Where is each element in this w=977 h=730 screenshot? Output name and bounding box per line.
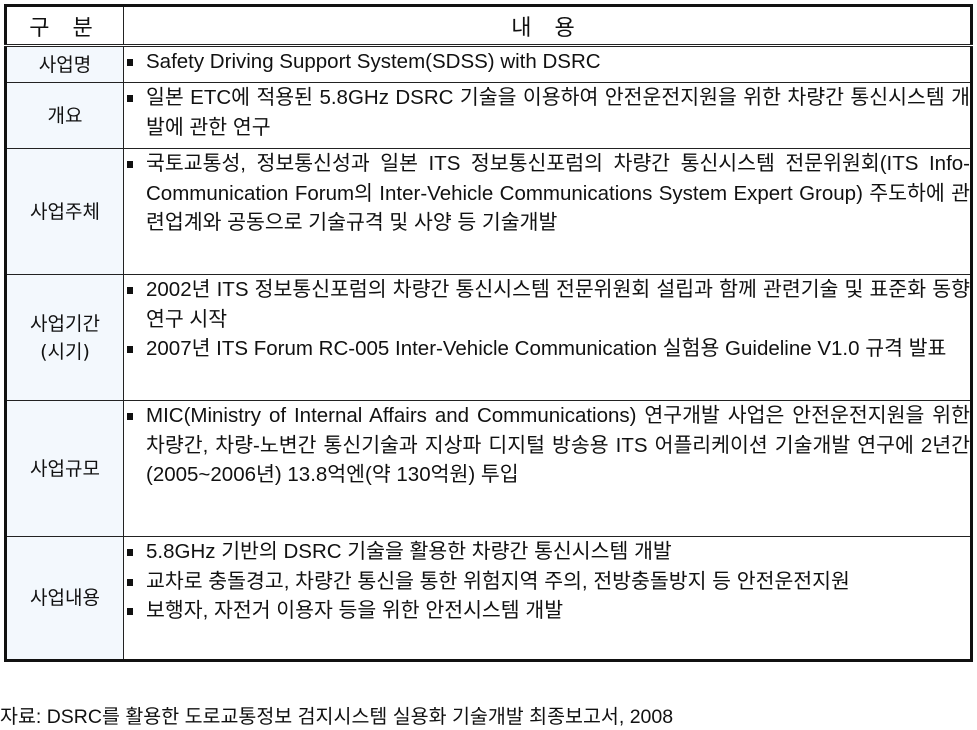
bullet-item: 2002년 ITS 정보통신포럼의 차량간 통신시스템 전문위원회 설립과 함께… xyxy=(124,275,970,334)
bullet-item: MIC(Ministry of Internal Affairs and Com… xyxy=(124,401,970,490)
row-category: 개요 xyxy=(5,82,124,149)
header-row: 구 분 내 용 xyxy=(5,5,972,47)
row-category: 사업주체 xyxy=(5,148,124,275)
table-row: 사업주체 국토교통성, 정보통신성과 일본 ITS 정보통신포럼의 차량간 통신… xyxy=(5,148,972,275)
table-row: 개요 일본 ETC에 적용된 5.8GHz DSRC 기술을 이용하여 안전운전… xyxy=(5,82,972,149)
bullet-item: 교차로 충돌경고, 차량간 통신을 통한 위험지역 주의, 전방충돌방지 등 안… xyxy=(124,567,970,597)
row-category: 사업명 xyxy=(5,45,124,83)
row-content: 일본 ETC에 적용된 5.8GHz DSRC 기술을 이용하여 안전운전지원을… xyxy=(123,82,972,149)
row-content: 국토교통성, 정보통신성과 일본 ITS 정보통신포럼의 차량간 통신시스템 전… xyxy=(123,148,972,275)
row-category-sub: (시기) xyxy=(40,340,90,363)
project-info-table: 구 분 내 용 사업명 Safety Driving Support Syste… xyxy=(4,4,973,662)
header-content: 내 용 xyxy=(123,5,972,47)
row-category: 사업기간 (시기) xyxy=(5,274,124,401)
bullet-item: Safety Driving Support System(SDSS) with… xyxy=(124,47,970,77)
table-row: 사업기간 (시기) 2002년 ITS 정보통신포럼의 차량간 통신시스템 전문… xyxy=(5,274,972,401)
table-row: 사업규모 MIC(Ministry of Internal Affairs an… xyxy=(5,400,972,537)
table-row: 사업내용 5.8GHz 기반의 DSRC 기술을 활용한 차량간 통신시스템 개… xyxy=(5,536,972,661)
bullet-item: 2007년 ITS Forum RC-005 Inter-Vehicle Com… xyxy=(124,334,970,364)
row-content: Safety Driving Support System(SDSS) with… xyxy=(123,45,972,83)
source-note: 자료: DSRC를 활용한 도로교통정보 검지시스템 실용화 기술개발 최종보고… xyxy=(0,706,674,728)
row-content: 2002년 ITS 정보통신포럼의 차량간 통신시스템 전문위원회 설립과 함께… xyxy=(123,274,972,401)
row-category: 사업규모 xyxy=(5,400,124,537)
row-content: 5.8GHz 기반의 DSRC 기술을 활용한 차량간 통신시스템 개발 교차로… xyxy=(123,536,972,661)
bullet-item: 5.8GHz 기반의 DSRC 기술을 활용한 차량간 통신시스템 개발 xyxy=(124,537,970,567)
row-category-main: 사업기간 xyxy=(30,312,100,335)
row-category: 사업내용 xyxy=(5,536,124,661)
bullet-item: 보행자, 자전거 이용자 등을 위한 안전시스템 개발 xyxy=(124,596,970,626)
bullet-item: 일본 ETC에 적용된 5.8GHz DSRC 기술을 이용하여 안전운전지원을… xyxy=(124,83,970,142)
header-category: 구 분 xyxy=(5,5,124,47)
table-row: 사업명 Safety Driving Support System(SDSS) … xyxy=(5,45,972,83)
row-content: MIC(Ministry of Internal Affairs and Com… xyxy=(123,400,972,537)
bullet-item: 국토교통성, 정보통신성과 일본 ITS 정보통신포럼의 차량간 통신시스템 전… xyxy=(124,149,970,238)
